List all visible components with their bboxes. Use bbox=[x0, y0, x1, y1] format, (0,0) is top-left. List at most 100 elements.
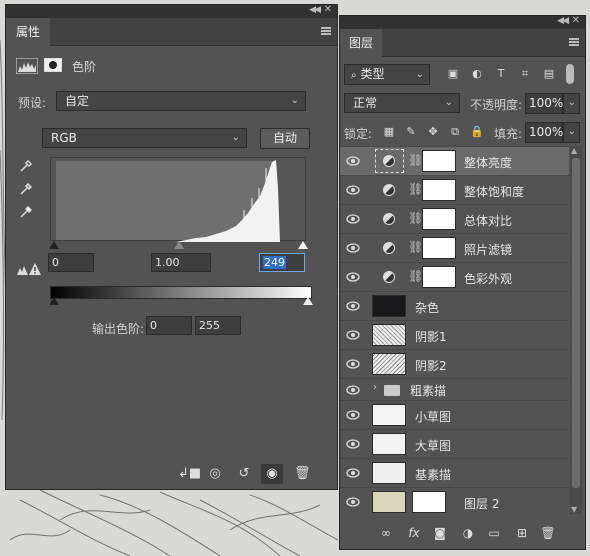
reset-icon[interactable]: ↺ bbox=[236, 466, 252, 482]
layer-row[interactable]: ⛓ 总体对比 bbox=[340, 204, 569, 233]
layer-name[interactable]: 图层 2 bbox=[464, 495, 499, 512]
scroll-down-icon[interactable]: ▼ bbox=[571, 505, 577, 514]
layer-row[interactable]: 图层 2 bbox=[340, 487, 569, 516]
layer-row[interactable]: 阴影1 bbox=[340, 320, 569, 349]
visibility-eye-icon[interactable] bbox=[346, 358, 360, 370]
layer-name[interactable]: 色彩外观 bbox=[464, 270, 512, 287]
collapse-icon[interactable]: ◀◀ bbox=[557, 16, 569, 26]
visibility-eye-icon[interactable] bbox=[346, 384, 360, 396]
mask-thumbnail[interactable] bbox=[412, 491, 446, 513]
output-white-handle[interactable] bbox=[303, 297, 313, 305]
new-layer-icon[interactable]: ⊞ bbox=[514, 525, 530, 541]
visibility-eye-icon[interactable] bbox=[346, 467, 360, 479]
trash-icon[interactable]: 🗑 bbox=[294, 466, 311, 482]
new-adjustment-icon[interactable]: ◑ bbox=[460, 525, 476, 541]
input-black-field[interactable]: 0 bbox=[48, 253, 94, 272]
input-white-field[interactable]: 249 bbox=[259, 253, 305, 272]
layer-row[interactable]: 小草图 bbox=[340, 400, 569, 429]
layer-thumbnail[interactable] bbox=[372, 353, 406, 375]
mask-thumbnail[interactable] bbox=[422, 179, 456, 201]
layer-thumbnail[interactable] bbox=[372, 404, 406, 426]
channel-select[interactable]: RGB ⌄ bbox=[42, 128, 247, 148]
layer-name[interactable]: 阴影1 bbox=[415, 328, 447, 345]
output-black-field[interactable]: 0 bbox=[146, 316, 192, 335]
fx-icon[interactable]: fx bbox=[406, 525, 422, 541]
smart-object-filter-icon[interactable]: ▤ bbox=[542, 67, 556, 81]
layer-row[interactable]: ⛓ 整体亮度 bbox=[340, 146, 569, 175]
fill-dropdown[interactable]: ⌄ bbox=[563, 122, 580, 143]
clip-to-layer-icon[interactable]: ↲■ bbox=[178, 466, 201, 482]
output-black-handle[interactable] bbox=[49, 297, 59, 305]
shape-filter-icon[interactable]: ⌗ bbox=[518, 67, 532, 81]
white-point-handle[interactable] bbox=[298, 241, 308, 249]
visibility-eye-icon[interactable] bbox=[346, 496, 360, 508]
layer-row[interactable]: ⛓ 整体饱和度 bbox=[340, 175, 569, 204]
visibility-eye-icon[interactable] bbox=[346, 242, 360, 254]
visibility-eye-icon[interactable] bbox=[346, 213, 360, 225]
layer-row[interactable]: 杂色 bbox=[340, 291, 569, 320]
link-icon[interactable]: ⛓ bbox=[408, 182, 423, 196]
lock-position-icon[interactable]: ✥ bbox=[426, 125, 440, 139]
layer-row[interactable]: 基素描 bbox=[340, 458, 569, 487]
link-icon[interactable]: ⛓ bbox=[408, 240, 423, 254]
close-icon[interactable]: ✕ bbox=[324, 4, 332, 15]
layer-thumbnail[interactable] bbox=[372, 433, 406, 455]
layer-thumbnail[interactable] bbox=[372, 295, 406, 317]
output-white-field[interactable]: 255 bbox=[195, 316, 241, 335]
layer-name[interactable]: 阴影2 bbox=[415, 357, 447, 374]
image-filter-icon[interactable]: ▣ bbox=[446, 67, 460, 81]
link-layers-icon[interactable]: ∞ bbox=[378, 525, 394, 541]
adjustment-filter-icon[interactable]: ◐ bbox=[470, 67, 484, 81]
white-eyedropper-icon[interactable] bbox=[18, 204, 34, 220]
mask-thumbnail[interactable] bbox=[422, 266, 456, 288]
trash-icon[interactable]: 🗑 bbox=[540, 525, 556, 541]
type-filter-icon[interactable]: T bbox=[494, 67, 508, 81]
input-gamma-field[interactable]: 1.00 bbox=[151, 253, 211, 272]
layer-name[interactable]: 杂色 bbox=[415, 299, 439, 316]
visibility-eye-icon[interactable] bbox=[346, 184, 360, 196]
preset-select[interactable]: 自定 ⌄ bbox=[56, 91, 306, 111]
visibility-eye-icon[interactable] bbox=[346, 300, 360, 312]
link-icon[interactable]: ⛓ bbox=[408, 153, 423, 167]
layer-row[interactable]: ⛓ 色彩外观 bbox=[340, 262, 569, 291]
layers-scrollbar[interactable]: ▲ ▼ bbox=[570, 146, 582, 514]
link-icon[interactable]: ⛓ bbox=[408, 269, 423, 283]
mask-thumbnail[interactable] bbox=[422, 150, 456, 172]
layer-name[interactable]: 整体饱和度 bbox=[464, 183, 524, 200]
layer-name[interactable]: 粗素描 bbox=[410, 382, 446, 399]
add-mask-icon[interactable]: ◙ bbox=[432, 525, 448, 541]
layer-row[interactable]: 大草图 bbox=[340, 429, 569, 458]
mask-thumbnail[interactable] bbox=[422, 237, 456, 259]
lock-image-pixels-icon[interactable]: ✎ bbox=[404, 125, 418, 139]
tab-layers[interactable]: 图层 bbox=[340, 29, 383, 57]
layer-thumbnail[interactable] bbox=[372, 491, 406, 513]
lock-artboard-icon[interactable]: ⧉ bbox=[448, 125, 462, 139]
view-previous-state-icon[interactable]: ◎ bbox=[207, 466, 223, 482]
visibility-eye-icon[interactable] bbox=[346, 271, 360, 283]
tab-properties[interactable]: 属性 bbox=[6, 18, 51, 46]
output-levels-slider[interactable] bbox=[49, 297, 313, 307]
layer-name[interactable]: 整体亮度 bbox=[464, 154, 512, 171]
link-icon[interactable]: ⛓ bbox=[408, 211, 423, 225]
layer-thumbnail[interactable] bbox=[372, 462, 406, 484]
filter-toggle[interactable] bbox=[566, 64, 574, 84]
visibility-eye-icon[interactable] bbox=[346, 438, 360, 450]
close-icon[interactable]: ✕ bbox=[572, 15, 580, 26]
lock-all-icon[interactable]: 🔒 bbox=[470, 125, 484, 139]
visibility-eye-icon[interactable]: ◉ bbox=[261, 464, 283, 484]
visibility-eye-icon[interactable] bbox=[346, 329, 360, 341]
layer-mask-icon[interactable] bbox=[44, 58, 62, 72]
auto-button[interactable]: 自动 bbox=[260, 128, 310, 149]
scroll-thumb[interactable] bbox=[572, 158, 580, 488]
scroll-up-icon[interactable]: ▲ bbox=[571, 146, 577, 155]
collapse-icon[interactable]: ◀◀ bbox=[309, 5, 321, 15]
layer-name[interactable]: 总体对比 bbox=[464, 212, 512, 229]
visibility-eye-icon[interactable] bbox=[346, 409, 360, 421]
lock-transparent-pixels-icon[interactable]: ▦ bbox=[382, 125, 396, 139]
layer-name[interactable]: 照片滤镜 bbox=[464, 241, 512, 258]
mask-thumbnail[interactable] bbox=[422, 208, 456, 230]
gray-eyedropper-icon[interactable] bbox=[18, 181, 34, 197]
layer-name[interactable]: 小草图 bbox=[415, 408, 451, 425]
layer-row[interactable]: 阴影2 bbox=[340, 349, 569, 378]
layer-group-row[interactable]: › 粗素描 bbox=[340, 378, 569, 400]
